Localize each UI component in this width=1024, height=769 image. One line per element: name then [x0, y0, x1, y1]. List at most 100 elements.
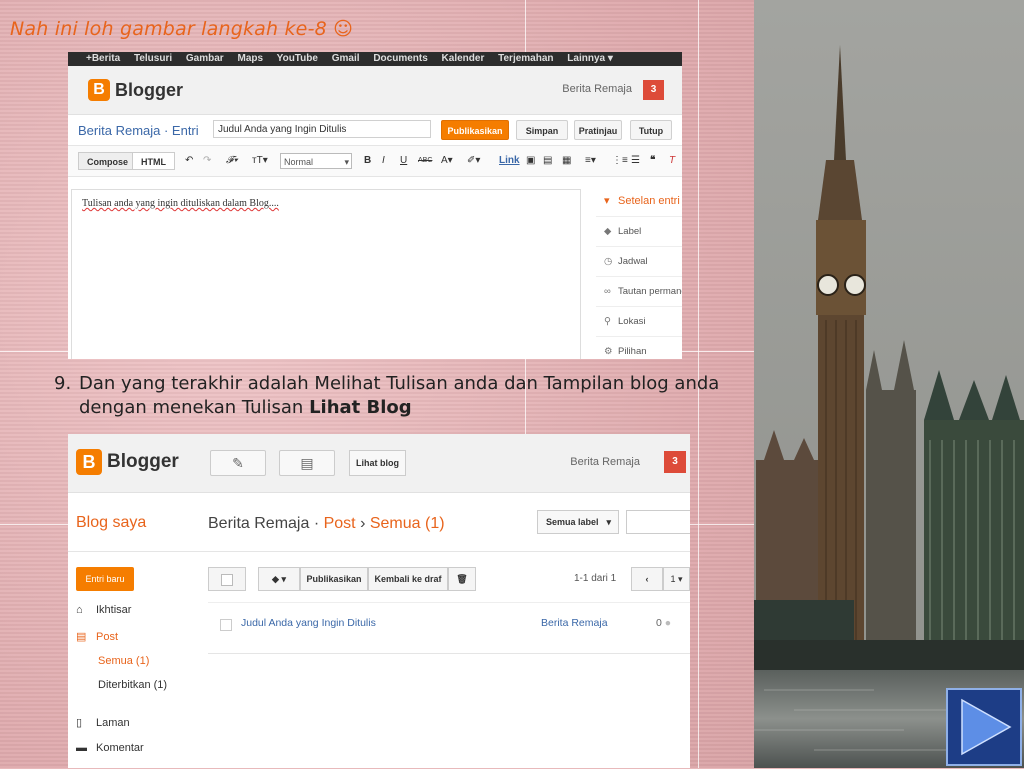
- my-blogs-link[interactable]: Blog saya: [76, 514, 146, 532]
- link-button[interactable]: Link: [499, 155, 520, 166]
- gbar-item[interactable]: Terjemahan: [498, 53, 553, 64]
- settings-item-text: Pilihan: [618, 346, 647, 357]
- bold-icon[interactable]: B: [364, 155, 371, 166]
- gbar-item[interactable]: +Berita: [86, 53, 120, 64]
- undo-icon[interactable]: ↶: [185, 155, 193, 166]
- revert-to-draft-button[interactable]: Kembali ke draf: [368, 567, 448, 591]
- post-body-editor[interactable]: Tulisan anda yang ingin ditulis­kan dala…: [71, 189, 581, 359]
- settings-item-text: Label: [618, 226, 642, 237]
- clear-format-icon[interactable]: T: [669, 155, 675, 166]
- location-pin-icon: ⚲: [604, 316, 611, 327]
- settings-item-options[interactable]: ⚙ Pilihan: [596, 337, 682, 359]
- nav-overview[interactable]: ⌂ Ikhtisar: [76, 604, 131, 616]
- post-icon: ▤: [76, 631, 87, 643]
- post-author[interactable]: Berita Remaja: [541, 617, 608, 629]
- font-family-icon[interactable]: 𝓕▾: [226, 155, 238, 166]
- nav-pages[interactable]: ▯ Laman: [76, 716, 130, 729]
- nav-posts-label: Post: [96, 631, 119, 643]
- publish-selected-button[interactable]: Publikasikan: [300, 567, 368, 591]
- select-all-checkbox[interactable]: [208, 567, 246, 591]
- triangle-down-icon: ▾: [604, 195, 610, 207]
- posts-list-button[interactable]: ▤: [279, 450, 335, 476]
- font-size-icon[interactable]: ᴛT▾: [252, 155, 268, 166]
- previous-page-button[interactable]: ‹: [631, 567, 663, 591]
- dashboard-screenshot: B Blogger ✎ ▤ Lihat blog Berita Remaja 3…: [68, 434, 690, 768]
- post-title-input[interactable]: Judul Anda yang Ingin Ditulis: [213, 120, 431, 138]
- gbar-item[interactable]: Gambar: [186, 53, 224, 64]
- image-icon[interactable]: ▣: [526, 155, 535, 166]
- blogger-header: B Blogger ✎ ▤ Lihat blog Berita Remaja 3: [68, 434, 690, 493]
- blogger-logo-text: Blogger: [107, 451, 179, 472]
- delete-button[interactable]: 🗑: [448, 567, 476, 591]
- document-icon: ▤: [300, 455, 314, 471]
- chevron-left-icon: ‹: [645, 574, 649, 584]
- save-button[interactable]: Simpan: [516, 120, 568, 140]
- label-filter-select[interactable]: Semua label ▾: [537, 510, 619, 534]
- highlight-icon[interactable]: ✐▾: [467, 155, 480, 166]
- page-select[interactable]: 1 ▾: [663, 567, 690, 591]
- notification-badge[interactable]: 3: [664, 451, 686, 473]
- gbar-item[interactable]: Gmail: [332, 53, 360, 64]
- preview-button[interactable]: Pratinjau: [574, 120, 622, 140]
- nav-overview-label: Ikhtisar: [96, 604, 132, 616]
- post-settings-header-label: Setelan entri: [618, 195, 680, 207]
- label-dropdown-button[interactable]: ◆ ▾: [258, 567, 300, 591]
- breadcrumb-all[interactable]: Semua (1): [370, 515, 445, 532]
- nav-posts-all[interactable]: Semua (1): [98, 655, 149, 667]
- numbered-list-icon[interactable]: ⋮≡: [612, 155, 628, 166]
- underline-icon[interactable]: U: [400, 155, 407, 166]
- gbar-item[interactable]: Kalender: [442, 53, 485, 64]
- settings-item-text: Tautan permanen: [618, 286, 682, 297]
- post-settings-panel: ▾ Setelan entri ◆ Label ◷ Jadwal ∞ Tautan pe…: [596, 187, 682, 359]
- format-select[interactable]: Normal ▾: [280, 153, 352, 169]
- comment-count-value: 0: [656, 617, 662, 629]
- notification-badge[interactable]: 3: [643, 80, 664, 100]
- align-icon[interactable]: ≡▾: [585, 155, 596, 166]
- gbar-item[interactable]: Documents: [373, 53, 427, 64]
- gbar-item[interactable]: YouTube: [277, 53, 318, 64]
- settings-item-label[interactable]: ◆ Label: [596, 217, 682, 247]
- user-name[interactable]: Berita Remaja: [570, 456, 640, 468]
- italic-icon[interactable]: I: [382, 155, 385, 166]
- breadcrumb-post[interactable]: Post: [324, 515, 356, 532]
- post-settings-header[interactable]: ▾ Setelan entri: [596, 187, 682, 217]
- new-post-button[interactable]: Entri baru: [76, 567, 134, 591]
- gbar-item[interactable]: Telusuri: [134, 53, 172, 64]
- table-row[interactable]: Judul Anda yang Ingin Ditulis Berita Rem…: [208, 602, 690, 654]
- gbar-item[interactable]: Maps: [237, 53, 263, 64]
- redo-icon[interactable]: ↷: [203, 155, 211, 166]
- bullet-list-icon[interactable]: ☰: [631, 155, 640, 166]
- nav-posts-published[interactable]: Diterbitkan (1): [98, 679, 167, 691]
- breadcrumb: Berita Remaja · Post › Semua (1): [208, 515, 445, 533]
- blogger-header: B Blogger Berita Remaja 3: [68, 66, 682, 115]
- tag-icon: ◆: [604, 226, 612, 237]
- settings-item-schedule[interactable]: ◷ Jadwal: [596, 247, 682, 277]
- post-search-input[interactable]: [626, 510, 690, 534]
- next-slide-button[interactable]: [946, 688, 1022, 766]
- publish-button[interactable]: Publikasikan: [441, 120, 509, 140]
- text-color-icon[interactable]: A▾: [441, 155, 453, 166]
- gbar-item[interactable]: Lainnya ▾: [567, 53, 613, 64]
- compose-mode-tab[interactable]: Compose: [78, 152, 138, 170]
- breadcrumb-separator: ·: [313, 515, 320, 532]
- new-post-pencil-button[interactable]: ✎: [210, 450, 266, 476]
- post-title-link[interactable]: Judul Anda yang Ingin Ditulis: [241, 617, 376, 629]
- row-checkbox[interactable]: [220, 619, 232, 631]
- blogger-logo[interactable]: B Blogger: [76, 449, 179, 475]
- breadcrumb[interactable]: Berita Remaja · Entri: [78, 123, 199, 138]
- strikethrough-icon[interactable]: ABC: [418, 157, 432, 164]
- blogger-logo[interactable]: B Blogger: [88, 79, 183, 101]
- close-button[interactable]: Tutup: [630, 120, 672, 140]
- jump-break-icon[interactable]: ▦: [562, 155, 571, 166]
- quote-icon[interactable]: ❝: [650, 155, 655, 166]
- user-name[interactable]: Berita Remaja: [562, 83, 632, 95]
- html-mode-tab[interactable]: HTML: [132, 152, 175, 170]
- settings-item-location[interactable]: ⚲ Lokasi: [596, 307, 682, 337]
- video-icon[interactable]: ▤: [543, 155, 552, 166]
- breadcrumb-blog[interactable]: Berita Remaja: [208, 515, 309, 532]
- view-blog-button[interactable]: Lihat blog: [349, 450, 406, 476]
- pencil-icon: ✎: [232, 455, 244, 471]
- settings-item-permalink[interactable]: ∞ Tautan permanen: [596, 277, 682, 307]
- nav-posts[interactable]: ▤ Post: [76, 630, 118, 643]
- nav-comments[interactable]: ▬ Komentar: [76, 742, 144, 754]
